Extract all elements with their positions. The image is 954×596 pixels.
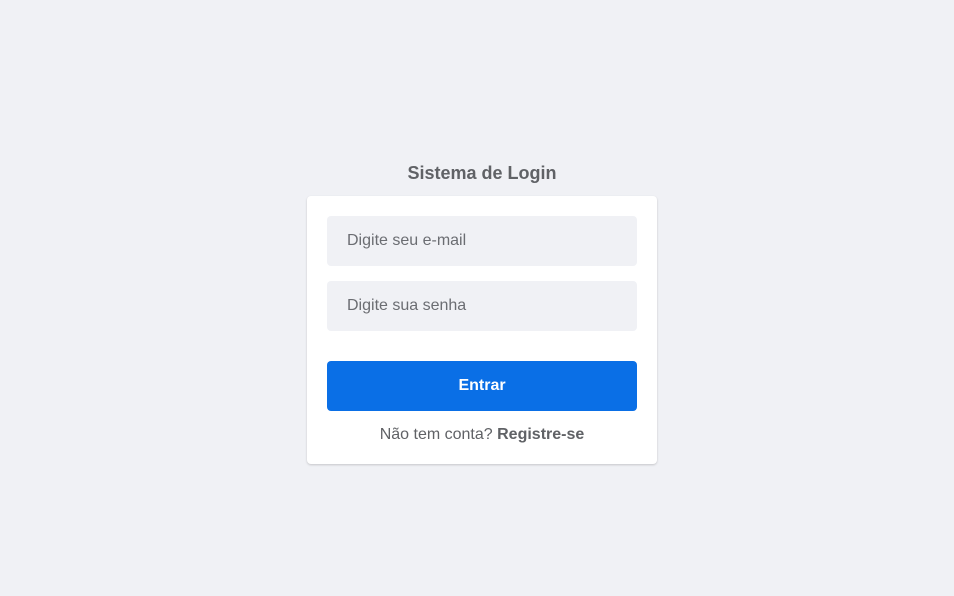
register-prompt-text: Não tem conta? — [379, 426, 493, 443]
page-title: Sistema de Login — [407, 163, 557, 183]
login-button[interactable]: Entrar — [327, 361, 637, 411]
register-prompt: Não tem conta? Registre-se — [307, 426, 657, 444]
register-link[interactable]: Registre-se — [497, 426, 584, 443]
password-input[interactable] — [327, 281, 637, 331]
email-input[interactable] — [327, 216, 637, 266]
login-card: Entrar Não tem conta? Registre-se — [307, 196, 657, 464]
login-page: Sistema de Login Entrar Não tem conta? R… — [0, 0, 954, 596]
